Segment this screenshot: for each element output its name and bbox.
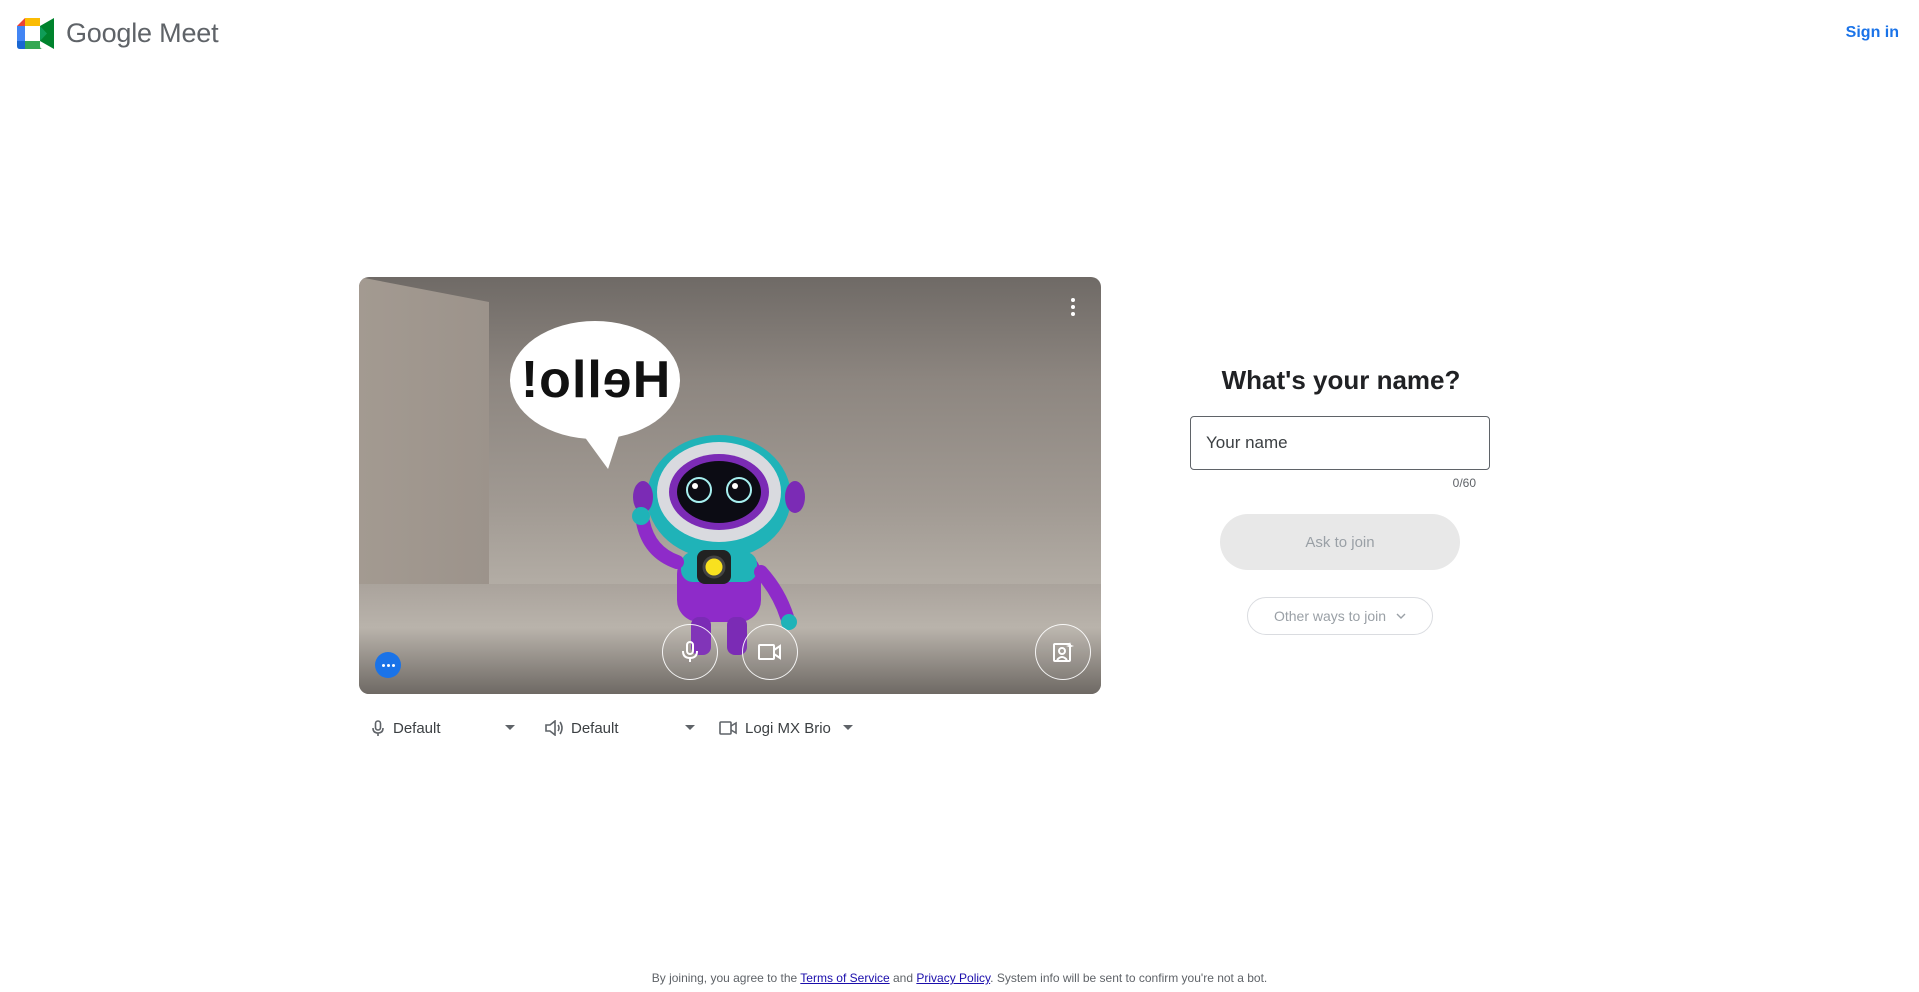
dropdown-arrow-icon <box>505 725 515 730</box>
more-options-button[interactable] <box>1061 295 1085 319</box>
more-horiz-icon <box>381 663 385 667</box>
video-preview: Hello! <box>359 277 1101 694</box>
footer-disclaimer: By joining, you agree to the Terms of Se… <box>0 971 1919 985</box>
microphone-select[interactable]: Default <box>359 712 545 744</box>
name-input[interactable] <box>1191 417 1491 469</box>
other-ways-label: Other ways to join <box>1273 608 1387 624</box>
more-vert-icon <box>1071 298 1075 302</box>
microphone-select-value: Default <box>393 719 441 737</box>
other-ways-to-join-button[interactable]: Other ways to join <box>1247 597 1433 635</box>
microphone-icon <box>372 719 384 736</box>
footer-suffix: . System info will be sent to confirm yo… <box>990 971 1268 985</box>
camera-select[interactable]: Logi MX Brio <box>719 712 879 744</box>
robot-illustration <box>632 435 805 655</box>
visual-effects-button[interactable] <box>375 652 401 678</box>
join-panel: What's your name? 0/60 Ask to join Other… <box>1190 360 1492 635</box>
character-counter: 0/60 <box>1452 476 1476 490</box>
device-selectors: Default Default Logi MX Brio <box>359 712 879 744</box>
microphone-icon <box>682 641 698 662</box>
camera-select-value: Logi MX Brio <box>745 719 831 737</box>
header: Google Meet Sign in <box>0 0 1919 76</box>
sign-in-link[interactable]: Sign in <box>1846 24 1899 42</box>
footer-prefix: By joining, you agree to the <box>651 971 801 985</box>
portrait-sparkle-icon <box>1053 642 1074 662</box>
microphone-toggle-button[interactable] <box>662 624 718 680</box>
privacy-policy-link[interactable]: Privacy Policy <box>916 971 990 985</box>
speaker-select[interactable]: Default <box>545 712 719 744</box>
terms-of-service-link[interactable]: Terms of Service <box>800 971 889 985</box>
app-name: Google Meet <box>66 18 219 48</box>
footer-middle: and <box>889 971 917 985</box>
video-camera-icon <box>719 721 737 735</box>
dropdown-arrow-icon <box>842 725 853 730</box>
google-meet-logo[interactable]: Google Meet <box>17 18 219 49</box>
video-camera-icon <box>758 644 781 660</box>
apply-visual-effects-button[interactable] <box>1035 624 1091 680</box>
speaker-select-value: Default <box>571 719 619 737</box>
ask-to-join-button[interactable]: Ask to join <box>1220 514 1460 570</box>
meet-logo-icon <box>17 18 54 49</box>
name-field-container <box>1190 416 1491 470</box>
join-title: What's your name? <box>1221 365 1461 395</box>
speaker-icon <box>545 720 563 736</box>
chevron-down-icon <box>1396 613 1406 619</box>
dropdown-arrow-icon <box>685 725 695 730</box>
speech-bubble-text: Hello! <box>519 351 671 409</box>
camera-toggle-button[interactable] <box>742 624 798 680</box>
